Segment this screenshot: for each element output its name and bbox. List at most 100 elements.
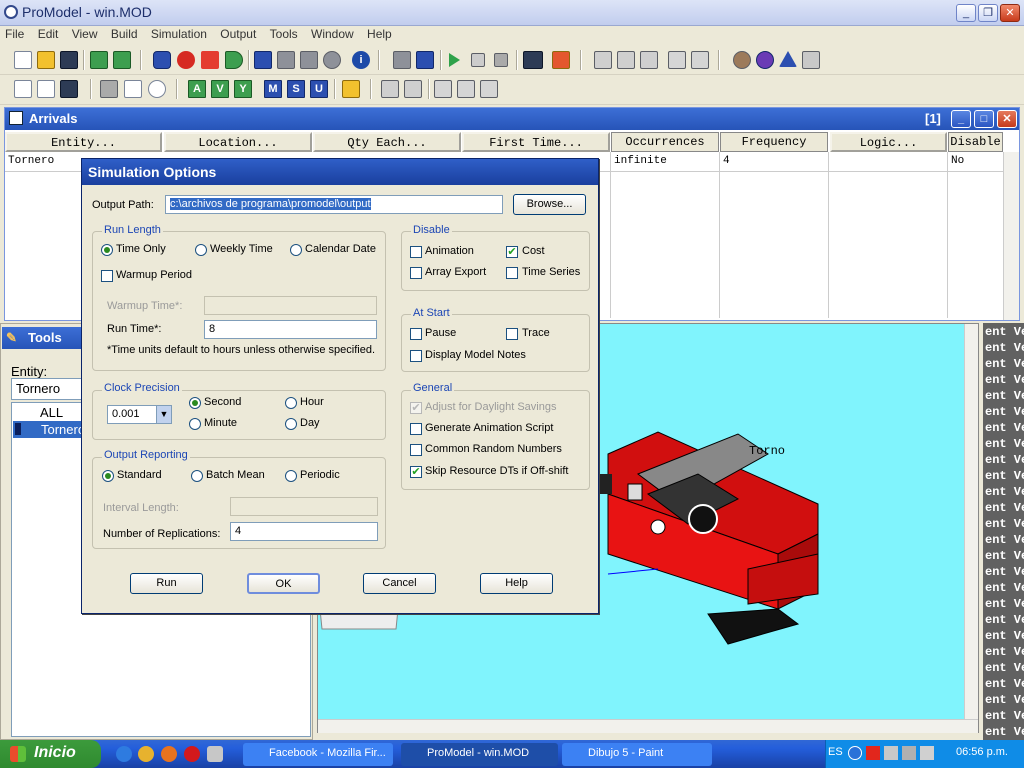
stop-sign-icon[interactable] bbox=[177, 51, 195, 69]
binoculars-icon[interactable] bbox=[100, 80, 118, 98]
locations-icon[interactable] bbox=[254, 51, 272, 69]
redo-icon[interactable] bbox=[225, 51, 243, 69]
time-series-checkbox[interactable] bbox=[506, 267, 518, 279]
arrivals-close-button[interactable]: ✕ bbox=[997, 110, 1017, 128]
background-icon[interactable] bbox=[60, 80, 78, 98]
undo-arrow-icon[interactable] bbox=[201, 51, 219, 69]
menu-output[interactable]: Output bbox=[215, 26, 261, 42]
weekly-time-radio[interactable] bbox=[195, 244, 207, 256]
skip-dt-label[interactable]: Skip Resource DTs if Off-shift bbox=[425, 465, 568, 477]
array-export-checkbox[interactable] bbox=[410, 267, 422, 279]
close-button[interactable]: ✕ bbox=[1000, 4, 1020, 22]
gen-anim-checkbox[interactable] bbox=[410, 423, 422, 435]
cost-checkbox[interactable]: ✔ bbox=[506, 246, 518, 258]
minute-label[interactable]: Minute bbox=[204, 417, 237, 429]
package-icon[interactable] bbox=[113, 51, 131, 69]
col-location-button[interactable]: Location... bbox=[164, 132, 312, 152]
gen-anim-label[interactable]: Generate Animation Script bbox=[425, 422, 553, 434]
menu-help[interactable]: Help bbox=[362, 26, 397, 42]
ok-button[interactable]: OK bbox=[247, 573, 320, 594]
options-gear-icon[interactable] bbox=[393, 51, 411, 69]
time-only-radio[interactable] bbox=[101, 244, 113, 256]
cancel-button[interactable]: Cancel bbox=[363, 573, 436, 594]
align-center-icon[interactable] bbox=[457, 80, 475, 98]
chrome-icon[interactable] bbox=[138, 746, 154, 762]
link-icon[interactable] bbox=[381, 80, 399, 98]
warmup-period-label[interactable]: Warmup Period bbox=[116, 269, 192, 281]
new-file-icon[interactable] bbox=[14, 51, 32, 69]
grid-icon[interactable] bbox=[14, 80, 32, 98]
animation-label[interactable]: Animation bbox=[425, 245, 474, 257]
restore-button[interactable]: ❐ bbox=[978, 4, 998, 22]
network-icon[interactable] bbox=[594, 51, 612, 69]
menu-simulation[interactable]: Simulation bbox=[146, 26, 212, 42]
hour-radio[interactable] bbox=[285, 397, 297, 409]
hour-label[interactable]: Hour bbox=[300, 396, 324, 408]
merge-icon[interactable] bbox=[90, 51, 108, 69]
tray-volume-icon[interactable] bbox=[920, 746, 934, 760]
align-left-icon[interactable] bbox=[434, 80, 452, 98]
align-right-icon[interactable] bbox=[480, 80, 498, 98]
menu-edit[interactable]: Edit bbox=[33, 26, 64, 42]
menu-build[interactable]: Build bbox=[106, 26, 143, 42]
ie-icon[interactable] bbox=[116, 746, 132, 762]
windows-icon[interactable] bbox=[416, 51, 434, 69]
chevron-down-icon[interactable]: ▼ bbox=[156, 406, 171, 423]
trace-checkbox[interactable] bbox=[506, 328, 518, 340]
edit-graph-icon[interactable] bbox=[668, 51, 686, 69]
periodic-radio[interactable] bbox=[285, 470, 297, 482]
weekly-time-label[interactable]: Weekly Time bbox=[210, 243, 273, 255]
network2-icon[interactable] bbox=[617, 51, 635, 69]
col-logic-button[interactable]: Logic... bbox=[830, 132, 947, 152]
shield-icon[interactable] bbox=[153, 51, 171, 69]
display-notes-checkbox[interactable] bbox=[410, 350, 422, 362]
network3-icon[interactable] bbox=[640, 51, 658, 69]
zoom-fit-icon[interactable] bbox=[124, 80, 142, 98]
clock-precision-select[interactable]: 0.001 ▼ bbox=[107, 405, 172, 424]
browse-button[interactable]: Browse... bbox=[513, 194, 586, 215]
output-path-field[interactable]: c:\archivos de programa\promodel\output bbox=[165, 195, 503, 214]
display-notes-label[interactable]: Display Model Notes bbox=[425, 349, 526, 361]
cube-icon[interactable] bbox=[552, 51, 570, 69]
list-item-tornero[interactable]: Tornero bbox=[41, 422, 85, 437]
layout-icon[interactable] bbox=[37, 80, 55, 98]
array-export-label[interactable]: Array Export bbox=[425, 266, 486, 278]
run-button[interactable]: Run bbox=[130, 573, 203, 594]
batch-mean-label[interactable]: Batch Mean bbox=[206, 469, 265, 481]
open-file-icon[interactable] bbox=[37, 51, 55, 69]
time-series-label[interactable]: Time Series bbox=[522, 266, 580, 278]
warmup-period-checkbox[interactable] bbox=[101, 270, 113, 282]
day-radio[interactable] bbox=[285, 418, 297, 430]
palette-icon[interactable] bbox=[733, 51, 751, 69]
save-icon[interactable] bbox=[60, 51, 78, 69]
menu-window[interactable]: Window bbox=[306, 26, 359, 42]
table-icon[interactable] bbox=[404, 80, 422, 98]
tools-icon[interactable] bbox=[802, 51, 820, 69]
run-time-field[interactable]: 8 bbox=[204, 320, 377, 339]
canvas-vscrollbar[interactable] bbox=[964, 324, 978, 719]
standard-radio[interactable] bbox=[102, 470, 114, 482]
shifts-icon[interactable] bbox=[342, 80, 360, 98]
day-label[interactable]: Day bbox=[300, 417, 320, 429]
crn-label[interactable]: Common Random Numbers bbox=[425, 443, 562, 455]
col-first-time-button[interactable]: First Time... bbox=[462, 132, 610, 152]
calendar-date-radio[interactable] bbox=[290, 244, 302, 256]
skip-dt-checkbox[interactable]: ✔ bbox=[410, 466, 422, 478]
swirl-icon[interactable] bbox=[756, 51, 774, 69]
second-label[interactable]: Second bbox=[204, 396, 241, 408]
stop-icon[interactable] bbox=[494, 53, 508, 67]
language-indicator[interactable]: ES bbox=[828, 746, 843, 758]
menu-view[interactable]: View bbox=[67, 26, 103, 42]
variables-v-icon[interactable]: V bbox=[211, 80, 229, 98]
app-quicklaunch-icon[interactable] bbox=[207, 746, 223, 762]
subroutines-s-icon[interactable]: S bbox=[287, 80, 305, 98]
arrivals-maximize-button[interactable]: □ bbox=[974, 110, 994, 128]
cost-label[interactable]: Cost bbox=[522, 245, 545, 257]
cell-frequency[interactable]: 4 bbox=[720, 152, 828, 170]
user-dist-u-icon[interactable]: U bbox=[310, 80, 328, 98]
path-icon[interactable] bbox=[300, 51, 318, 69]
minute-radio[interactable] bbox=[189, 418, 201, 430]
second-radio[interactable] bbox=[189, 397, 201, 409]
start-button[interactable]: Inicio bbox=[0, 740, 101, 768]
tray-arrow-icon[interactable] bbox=[848, 746, 862, 760]
